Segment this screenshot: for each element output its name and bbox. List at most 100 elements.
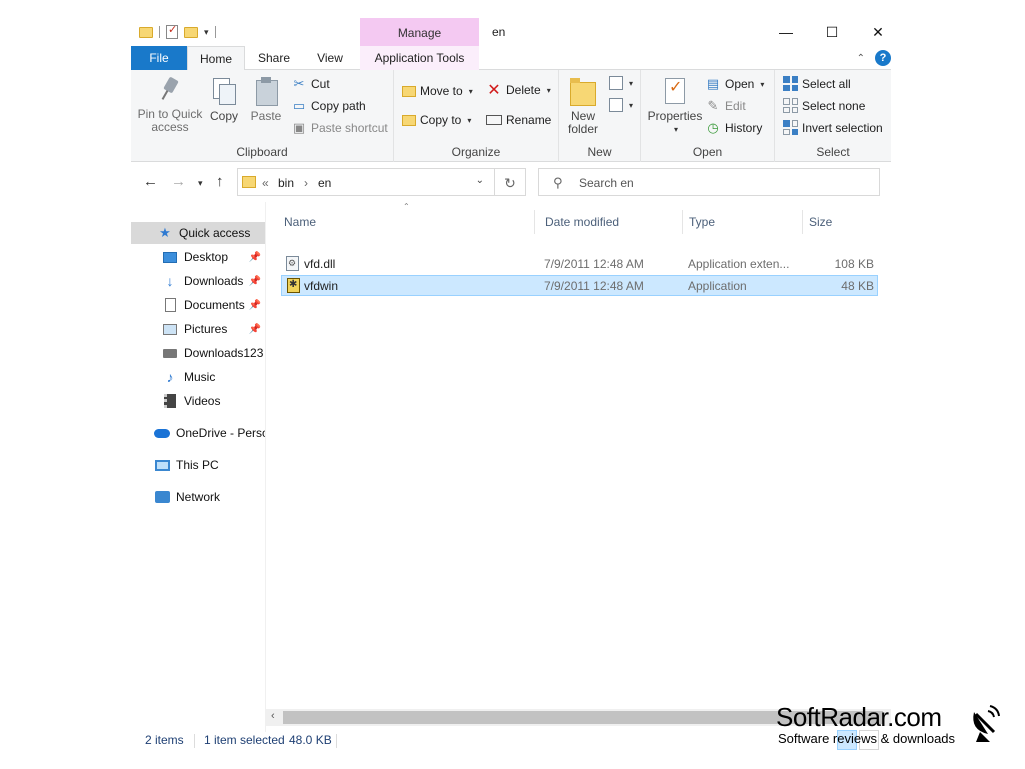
- cut-button[interactable]: ✂ Cut: [291, 76, 330, 92]
- address-dropdown-icon[interactable]: ⌄: [476, 175, 484, 186]
- paste-shortcut-button[interactable]: ▣ Paste shortcut: [291, 120, 388, 136]
- sidebar-item-network[interactable]: Network: [131, 486, 265, 508]
- pin-icon: 📌: [248, 251, 261, 263]
- delete-x-icon: ✕: [487, 82, 501, 99]
- tab-home[interactable]: Home: [187, 46, 245, 71]
- copy-icon: [211, 76, 237, 106]
- edit-button[interactable]: ✎ Edit: [705, 98, 746, 114]
- pin-to-quick-access-button[interactable]: Pin to Quick access: [137, 76, 203, 134]
- select-none-button[interactable]: Select none: [783, 98, 865, 113]
- move-to-button[interactable]: Move to ▾: [402, 84, 473, 98]
- up-button[interactable]: ↑: [216, 173, 224, 190]
- paste-shortcut-icon: ▣: [292, 120, 306, 135]
- sidebar-item-pictures[interactable]: Pictures 📌: [131, 318, 265, 340]
- sidebar-item-onedrive[interactable]: OneDrive - Perso: [131, 422, 265, 444]
- select-all-button[interactable]: Select all: [783, 76, 851, 91]
- sidebar-item-label: Documents: [184, 298, 245, 312]
- minimize-button[interactable]: —: [763, 18, 809, 46]
- move-to-dropdown-icon: ▾: [468, 86, 473, 96]
- sidebar-item-desktop[interactable]: Desktop 📌: [131, 246, 265, 268]
- sidebar-item-this-pc[interactable]: This PC: [131, 454, 265, 476]
- sidebar-item-documents[interactable]: Documents 📌: [131, 294, 265, 316]
- open-button[interactable]: ▤ Open ▾: [705, 76, 765, 92]
- file-name: vfd.dll: [304, 257, 336, 271]
- copy-button[interactable]: Copy: [207, 76, 241, 123]
- quick-access-toolbar: ▾: [139, 23, 216, 41]
- scroll-left-icon[interactable]: ‹: [271, 710, 275, 722]
- sidebar-item-label: Network: [176, 490, 221, 504]
- tab-share[interactable]: Share: [249, 46, 299, 70]
- tab-file[interactable]: File: [131, 46, 187, 70]
- recent-locations-button[interactable]: ▾: [198, 178, 203, 189]
- search-box[interactable]: ⚲ Search en: [538, 168, 880, 196]
- maximize-button[interactable]: ☐: [809, 18, 855, 46]
- pane-divider[interactable]: [265, 202, 266, 732]
- properties-button[interactable]: Properties ▾: [647, 76, 703, 136]
- column-header-size[interactable]: Size: [804, 210, 878, 234]
- sidebar-item-quick-access[interactable]: ★ Quick access: [131, 222, 265, 244]
- address-bar[interactable]: « bin › en ⌄: [237, 168, 495, 196]
- computer-icon: [154, 457, 170, 473]
- sidebar-item-downloads[interactable]: ↓ Downloads 📌: [131, 270, 265, 292]
- new-group: New folder ▾ ▾ New: [559, 70, 641, 162]
- navigation-pane: ★ Quick access Desktop 📌 ↓ Downloads 📌 D…: [131, 208, 265, 718]
- dll-file-icon: [286, 256, 299, 271]
- refresh-button[interactable]: ↻: [495, 168, 526, 196]
- collapse-ribbon-icon[interactable]: ⌃: [857, 53, 865, 64]
- select-none-icon: [783, 98, 798, 113]
- properties-icon[interactable]: [166, 23, 178, 39]
- edit-icon: ✎: [707, 98, 719, 113]
- table-row[interactable]: vfd.dll 7/9/2011 12:48 AM Application ex…: [281, 254, 878, 275]
- breadcrumb-overflow[interactable]: «: [262, 176, 269, 190]
- open-group: Properties ▾ ▤ Open ▾ ✎ Edit ◷ History O…: [641, 70, 775, 162]
- open-dropdown-icon: ▾: [760, 79, 765, 89]
- copy-path-button[interactable]: ▭ Copy path: [291, 98, 366, 114]
- delete-dropdown-icon: ▾: [546, 85, 551, 95]
- cut-label: Cut: [311, 77, 330, 91]
- rename-button[interactable]: Rename: [486, 113, 551, 127]
- new-folder-icon[interactable]: [184, 26, 198, 38]
- sidebar-item-videos[interactable]: Videos: [131, 390, 265, 412]
- history-label: History: [725, 121, 763, 135]
- table-row[interactable]: vfdwin 7/9/2011 12:48 AM Application 48 …: [281, 275, 878, 296]
- new-item-button[interactable]: ▾: [609, 76, 633, 90]
- forward-button[interactable]: →: [171, 173, 186, 190]
- easy-access-button[interactable]: ▾: [609, 98, 633, 112]
- sidebar-item-label: This PC: [176, 458, 219, 472]
- search-icon: ⚲: [553, 175, 563, 190]
- status-separator: [336, 734, 337, 748]
- help-icon[interactable]: ?: [875, 50, 891, 66]
- manage-context-tab[interactable]: Manage: [360, 18, 479, 46]
- column-header-date-modified[interactable]: Date modified: [540, 210, 683, 234]
- new-folder-button[interactable]: New folder: [565, 76, 601, 136]
- download-icon: ↓: [166, 273, 174, 289]
- copy-to-button[interactable]: Copy to ▾: [402, 113, 471, 127]
- cloud-icon: [154, 425, 170, 441]
- open-group-label: Open: [692, 145, 723, 159]
- breadcrumb-en[interactable]: en: [318, 176, 331, 190]
- delete-button[interactable]: ✕ Delete ▾: [486, 82, 551, 99]
- customize-qat-dropdown-icon[interactable]: ▾: [204, 27, 209, 38]
- folder-icon[interactable]: [139, 26, 153, 38]
- sidebar-item-downloads123[interactable]: Downloads123: [131, 342, 265, 364]
- close-button[interactable]: ✕: [855, 18, 901, 46]
- paste-button[interactable]: Paste: [249, 76, 283, 123]
- column-header-type[interactable]: Type: [684, 210, 803, 234]
- column-header-name[interactable]: Name: [279, 210, 535, 234]
- breadcrumb-bin[interactable]: bin: [278, 176, 294, 190]
- easy-access-dropdown-icon: ▾: [629, 100, 634, 110]
- back-button[interactable]: ←: [143, 173, 158, 190]
- music-icon: ♪: [166, 369, 174, 385]
- file-explorer-window: ▾ Manage en — ☐ ✕ File Home Share View A…: [131, 18, 891, 758]
- history-button[interactable]: ◷ History: [705, 120, 762, 136]
- window-title: en: [492, 25, 506, 39]
- select-all-icon: [783, 76, 798, 91]
- sidebar-item-music[interactable]: ♪ Music: [131, 366, 265, 388]
- tab-application-tools[interactable]: Application Tools: [360, 46, 479, 70]
- network-icon: [154, 489, 170, 505]
- tab-view[interactable]: View: [307, 46, 353, 70]
- invert-selection-button[interactable]: Invert selection: [783, 120, 883, 135]
- copy-to-folder-icon: [402, 114, 416, 126]
- ribbon: Pin to Quick access Copy Paste ✂ Cut ▭ C…: [131, 70, 891, 162]
- satellite-dish-icon: [973, 705, 1000, 742]
